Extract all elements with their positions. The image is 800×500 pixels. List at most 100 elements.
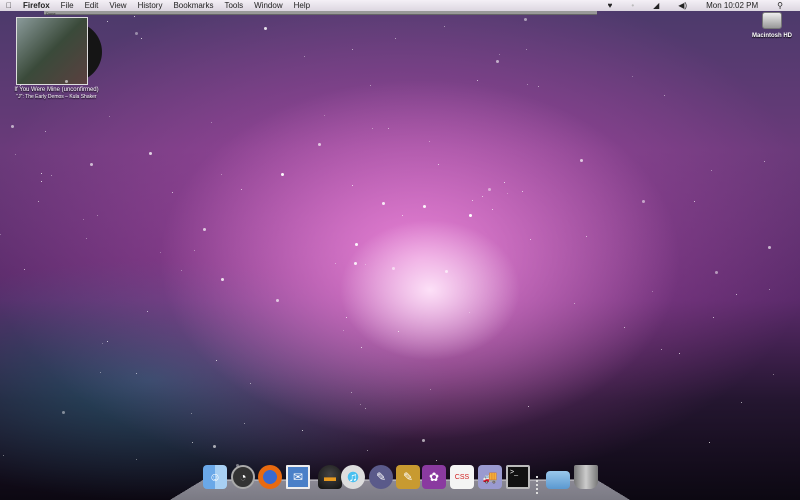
star [249,382,251,384]
star [429,388,431,390]
star [371,128,373,130]
dock-iphoto-icon[interactable]: ✎ [396,465,420,489]
star [85,238,87,240]
hard-drive-label[interactable]: Macintosh HD [746,33,798,39]
star [499,53,501,55]
menu-history[interactable]: History [138,1,163,10]
star [736,293,738,295]
star [436,460,438,462]
dock-cssedit-icon[interactable]: CSS [450,465,474,489]
star [437,163,439,165]
star [304,55,306,57]
star [181,269,183,271]
apple-menu-icon[interactable]:  [6,1,12,10]
bluetooth-icon[interactable]: • [631,1,634,10]
star [387,127,389,129]
star [715,270,719,274]
star [244,423,246,425]
dock-adium-icon[interactable]: ▬ [318,465,342,489]
star [422,204,426,208]
star [422,439,426,443]
star [528,406,530,408]
star [149,151,153,155]
heart-icon[interactable]: ♥ [608,1,613,10]
dock-mail-icon[interactable]: ✉ [286,465,310,489]
star [147,310,149,312]
star [281,172,285,176]
volume-icon[interactable]: ◀) [678,1,687,10]
hard-drive-icon[interactable] [762,12,782,29]
dock-script-editor-icon[interactable]: ✎ [369,465,393,489]
star [302,430,304,432]
star [445,270,449,274]
star [90,162,94,166]
star [392,267,396,271]
star [82,219,84,221]
star [264,27,268,31]
star [335,262,337,264]
star [398,331,400,333]
status-bar: Done [44,11,597,16]
dock-dashboard-icon[interactable]: ◔ [231,465,255,489]
star [359,403,361,405]
star [642,200,646,204]
dock-finder-icon[interactable]: ☺ [203,465,227,489]
star [172,192,174,194]
dock-firefox-icon[interactable] [258,465,282,489]
star [96,214,98,216]
star [38,200,40,202]
dock-purple-app-icon[interactable]: ✿ [422,465,446,489]
wifi-icon[interactable]: ◢ [653,1,659,10]
menu-help[interactable]: Help [294,1,310,10]
spotlight-icon[interactable]: ⚲ [777,1,783,10]
menu-window[interactable]: Window [254,1,282,10]
menu-file[interactable]: File [61,1,74,10]
star [134,31,138,35]
star [529,239,531,241]
star [769,289,771,291]
star [216,359,218,361]
star [211,121,213,123]
star [482,195,484,197]
star [202,228,206,232]
star [323,115,325,117]
star [41,181,43,183]
track-title: If You Were Mine (unconfirmed) [14,87,99,93]
star [521,191,523,193]
star [488,187,492,191]
dock-terminal-icon[interactable]: >_ [506,465,530,489]
menu-view[interactable]: View [109,1,126,10]
album-art[interactable] [16,17,88,85]
star [395,38,397,40]
star [160,252,162,254]
menu-bookmarks[interactable]: Bookmarks [173,1,213,10]
menu-tools[interactable]: Tools [224,1,243,10]
star [276,298,280,302]
star [354,262,358,266]
star [106,20,108,22]
dock-trash-icon[interactable] [574,465,598,489]
star [527,84,529,86]
menu-edit[interactable]: Edit [85,1,99,10]
star [100,371,102,373]
dock-itunes-icon[interactable]: ♫ [341,465,365,489]
dock-folder-icon[interactable] [546,471,570,489]
star [107,340,109,342]
star [345,316,347,318]
star [523,18,527,22]
star [364,264,366,265]
star [140,37,142,39]
star [664,95,666,97]
dock-transmit-icon[interactable]: 🚚 [478,465,502,489]
star [2,455,4,457]
star [220,173,222,175]
star [0,234,2,236]
star [343,330,345,332]
star [525,49,527,51]
star [361,347,363,349]
menu-app-firefox[interactable]: Firefox [23,1,50,10]
status-text: Done [46,11,56,16]
star [764,161,766,163]
star [190,412,192,414]
clock[interactable]: Mon 10:02 PM [706,1,758,10]
